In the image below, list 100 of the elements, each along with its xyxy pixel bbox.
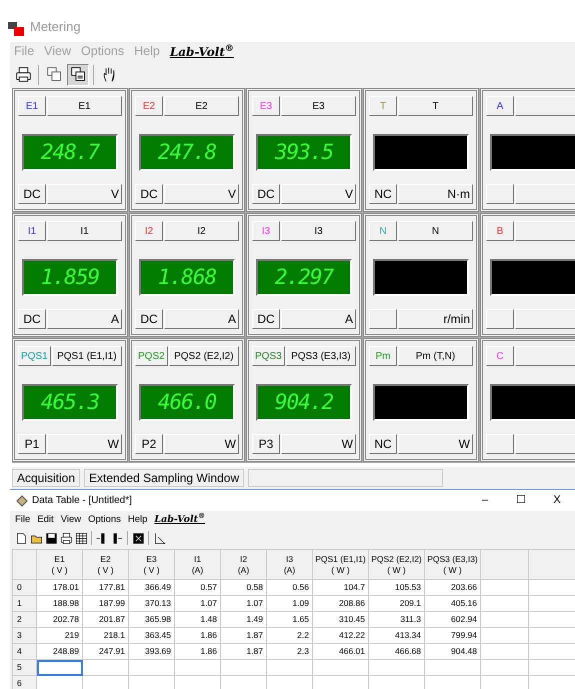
unit-button[interactable]: A: [281, 309, 356, 329]
row-header: 6: [12, 676, 36, 689]
mode-button[interactable]: [486, 434, 514, 454]
mode-button[interactable]: DC: [252, 309, 280, 329]
column-name: PQS1 (E1,I1): [314, 554, 367, 564]
mode-button[interactable]: [486, 184, 514, 204]
logo: Lab-Volt$^{®}$: [154, 512, 206, 527]
table-cell: 218.1: [82, 628, 128, 644]
table-cell: 0.58: [220, 580, 266, 596]
app-icon: [16, 494, 28, 506]
name-button[interactable]: [515, 96, 575, 116]
table-cell: 0.57: [174, 580, 220, 596]
unit-button[interactable]: r/min: [398, 309, 473, 329]
table-cell: 2.2: [266, 628, 312, 644]
name-button[interactable]: N: [398, 221, 473, 241]
unit-button[interactable]: W: [164, 434, 239, 454]
column-unit: ( V ): [96, 564, 115, 576]
name-button[interactable]: E3: [281, 96, 356, 116]
maximize-button[interactable]: ☐: [503, 492, 539, 509]
row-header: 4: [12, 644, 36, 660]
name-button[interactable]: Pm (T,N): [398, 346, 473, 366]
save-icon[interactable]: [44, 531, 58, 545]
column-unit: ( W ): [330, 564, 351, 576]
unit-button[interactable]: W: [398, 434, 473, 454]
channel-button[interactable]: PQS3: [252, 346, 285, 366]
meter-display: 2.297: [256, 259, 352, 296]
unit-button[interactable]: N·m: [398, 184, 473, 204]
column-name: I1: [192, 554, 202, 564]
unit-button[interactable]: [515, 434, 575, 454]
column-unit: ( W ): [442, 564, 463, 576]
mode-button[interactable]: DC: [18, 309, 46, 329]
mode-button[interactable]: P3: [252, 434, 280, 454]
table-cell: 405.16: [424, 596, 480, 612]
table-icon[interactable]: [74, 531, 88, 545]
table-cell: 1.07: [220, 596, 266, 612]
menu-item[interactable]: Edit: [37, 512, 54, 528]
table-cell: 310.45: [312, 612, 368, 628]
name-button[interactable]: T: [398, 96, 473, 116]
table-cell: 0.56: [266, 580, 312, 596]
menu-item[interactable]: View: [60, 512, 82, 528]
name-button[interactable]: I3: [281, 221, 356, 241]
mode-button[interactable]: [369, 309, 397, 329]
mode-button[interactable]: DC: [135, 309, 163, 329]
table-cell: 247.91: [82, 644, 128, 660]
copy-window-icon[interactable]: [67, 64, 89, 86]
menu-item[interactable]: Help: [128, 512, 148, 528]
meter-display: 465.3: [22, 384, 118, 421]
column-unit: (A): [236, 564, 250, 576]
mode-button[interactable]: DC: [18, 184, 46, 204]
name-button[interactable]: PQS2 (E2,I2): [168, 346, 239, 366]
row-header: 1: [12, 596, 36, 612]
unit-button[interactable]: V: [164, 184, 239, 204]
status-label: Acquisition: [12, 469, 80, 487]
close-button[interactable]: X: [539, 492, 575, 509]
unit-button[interactable]: V: [281, 184, 356, 204]
table-cell: 311.3: [368, 612, 424, 628]
unit-button[interactable]: W: [47, 434, 122, 454]
grid-icon[interactable]: [131, 531, 145, 545]
printer-icon[interactable]: [59, 531, 73, 545]
mode-button[interactable]: DC: [135, 184, 163, 204]
cell-cursor[interactable]: [36, 660, 82, 676]
table-cell: 904.48: [424, 644, 480, 660]
name-button[interactable]: PQS1 (E1,I1): [52, 346, 122, 366]
mode-button[interactable]: NC: [369, 434, 397, 454]
mode-button[interactable]: NC: [369, 184, 397, 204]
logo: Lab-Volt$^{®}$: [170, 43, 234, 60]
meter-display: 1.859: [22, 259, 118, 296]
name-button[interactable]: [515, 346, 575, 366]
row-header: 3: [12, 628, 36, 644]
name-button[interactable]: I2: [164, 221, 239, 241]
name-button[interactable]: I1: [47, 221, 122, 241]
column-name: PQS2 (E2,I2): [370, 554, 423, 564]
unit-button[interactable]: [515, 184, 575, 204]
name-button[interactable]: [515, 221, 575, 241]
mode-button[interactable]: P1: [18, 434, 46, 454]
menu-item[interactable]: File: [15, 512, 30, 528]
table-cell: 202.78: [36, 612, 82, 628]
table-cell: 104.7: [312, 580, 368, 596]
channel-button[interactable]: A: [486, 96, 514, 116]
column-name: PQS3 (E3,I3): [426, 554, 479, 564]
status-panel: Extended Sampling Window: [84, 469, 244, 487]
channel-button[interactable]: I1: [18, 221, 46, 241]
table-cell: 366.49: [128, 580, 174, 596]
name-button[interactable]: E1: [47, 96, 122, 116]
unit-button[interactable]: A: [164, 309, 239, 329]
column-name: I3: [284, 554, 294, 564]
unit-button[interactable]: V: [47, 184, 122, 204]
mode-button[interactable]: [486, 309, 514, 329]
unit-button[interactable]: [515, 309, 575, 329]
unit-button[interactable]: W: [281, 434, 356, 454]
table-cell: 466.68: [368, 644, 424, 660]
mode-button[interactable]: P2: [135, 434, 163, 454]
name-button[interactable]: E2: [164, 96, 239, 116]
menu-item[interactable]: Options: [88, 512, 121, 528]
name-button[interactable]: PQS3 (E3,I3): [286, 346, 356, 366]
unit-button[interactable]: A: [47, 309, 122, 329]
channel-button[interactable]: E1: [18, 96, 46, 116]
meter-display: 904.2: [256, 384, 352, 421]
minimize-button[interactable]: –: [467, 492, 503, 509]
mode-button[interactable]: DC: [252, 184, 280, 204]
